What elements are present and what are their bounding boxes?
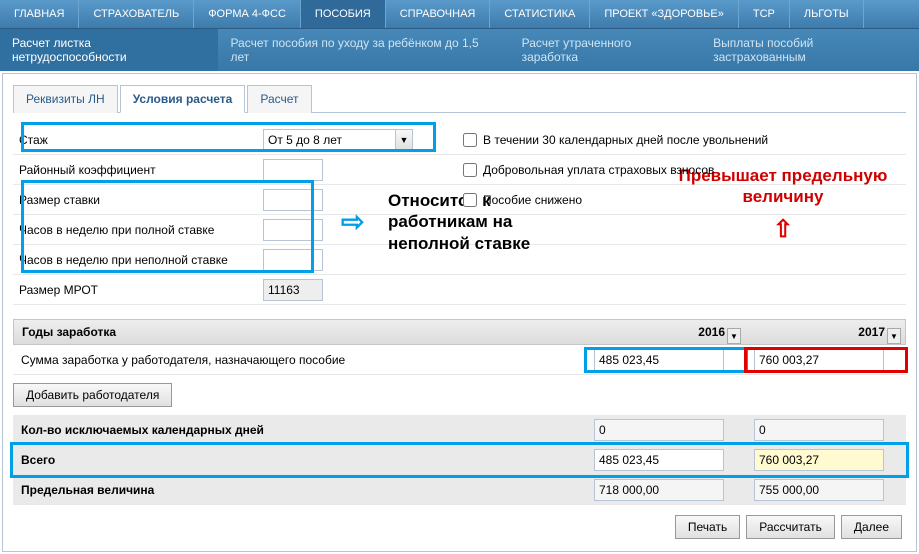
excluded-label: Кол-во исключаемых календарных дней [13, 423, 586, 437]
menu-statistics[interactable]: СТАТИСТИКА [490, 0, 590, 28]
razmer-label: Размер ставки [13, 193, 263, 207]
total-y1 [594, 449, 724, 471]
add-employer-button[interactable]: Добавить работодателя [13, 383, 172, 407]
chasov-full-input[interactable] [263, 219, 323, 241]
print-button[interactable]: Печать [675, 515, 740, 539]
razmer-input[interactable] [263, 189, 323, 211]
content-panel: Реквизиты ЛН Условия расчета Расчет ⇨ От… [2, 73, 917, 552]
check-30days[interactable] [463, 133, 477, 147]
stazh-dropdown-btn[interactable]: ▼ [395, 129, 413, 151]
check-30days-label: В течении 30 календарных дней после увол… [483, 133, 768, 147]
menu-benefits[interactable]: ПОСОБИЯ [301, 0, 386, 28]
check-reduced-label: Пособие снижено [483, 193, 582, 207]
menu-reference[interactable]: СПРАВОЧНАЯ [386, 0, 491, 28]
top-menu: ГЛАВНАЯ СТРАХОВАТЕЛЬ ФОРМА 4-ФСС ПОСОБИЯ… [0, 0, 919, 29]
footer-buttons: Печать Рассчитать Далее [13, 505, 906, 541]
submenu-lost-earnings[interactable]: Расчет утраченного заработка [510, 29, 702, 71]
form-area: ⇨ Относится к работникам на неполной ста… [13, 125, 906, 305]
total-label: Всего [13, 453, 586, 467]
year1-dropdown[interactable]: ▼ [727, 328, 741, 344]
mrot-input [263, 279, 323, 301]
raion-label: Районный коэффициент [13, 163, 183, 177]
check-voluntary-label: Добровольная уплата страховых взносов [483, 163, 714, 177]
next-button[interactable]: Далее [841, 515, 902, 539]
menu-health[interactable]: ПРОЕКТ «ЗДОРОВЬЕ» [590, 0, 739, 28]
menu-benefits2[interactable]: ЛЬГОТЫ [790, 0, 864, 28]
years-label: Годы заработка [14, 325, 585, 339]
arrow-up-icon: ⇧ [773, 215, 793, 244]
excluded-y2 [754, 419, 884, 441]
tab-calc[interactable]: Расчет [247, 85, 311, 113]
limit-row: Предельная величина [13, 475, 906, 505]
chasov-full-label: Часов в неделю при полной ставке [13, 223, 263, 237]
menu-form4fss[interactable]: ФОРМА 4-ФСС [194, 0, 301, 28]
calculate-button[interactable]: Рассчитать [746, 515, 835, 539]
menu-main[interactable]: ГЛАВНАЯ [0, 0, 79, 28]
total-y2 [754, 449, 884, 471]
checkbox-group: В течении 30 календарных дней после увол… [463, 125, 768, 215]
earnings-y1-input[interactable] [594, 349, 724, 371]
year2-cell: 2017 ▼ [745, 325, 905, 339]
tabs: Реквизиты ЛН Условия расчета Расчет [13, 84, 906, 113]
tab-requisites[interactable]: Реквизиты ЛН [13, 85, 118, 113]
year2-dropdown[interactable]: ▼ [887, 328, 901, 344]
limit-y2 [754, 479, 884, 501]
chasov-part-label: Часов в неделю при неполной ставке [13, 253, 263, 267]
total-row: Всего [13, 445, 906, 475]
stazh-input[interactable] [263, 129, 395, 151]
mrot-label: Размер МРОТ [13, 283, 263, 297]
stazh-label: Стаж [13, 133, 183, 147]
submenu-sick-leave-calc[interactable]: Расчет листка нетрудоспособности [0, 29, 218, 71]
menu-tsr[interactable]: ТСР [739, 0, 790, 28]
earnings-label: Сумма заработка у работодателя, назначаю… [13, 353, 586, 367]
limit-y1 [594, 479, 724, 501]
sub-menu: Расчет листка нетрудоспособности Расчет … [0, 29, 919, 71]
excluded-y1 [594, 419, 724, 441]
submenu-payments[interactable]: Выплаты пособий застрахованным [701, 29, 919, 71]
raion-input[interactable] [263, 159, 323, 181]
chasov-part-input[interactable] [263, 249, 323, 271]
year1-cell: 2016 ▼ [585, 325, 745, 339]
arrow-right-icon: ⇨ [341, 205, 364, 238]
menu-insurer[interactable]: СТРАХОВАТЕЛЬ [79, 0, 194, 28]
year1-value: 2016 [698, 325, 725, 339]
check-voluntary[interactable] [463, 163, 477, 177]
earnings-y2-input[interactable] [754, 349, 884, 371]
earnings-row: Сумма заработка у работодателя, назначаю… [13, 345, 906, 375]
check-reduced[interactable] [463, 193, 477, 207]
excluded-row: Кол-во исключаемых календарных дней [13, 415, 906, 445]
limit-label: Предельная величина [13, 483, 586, 497]
submenu-childcare[interactable]: Расчет пособия по уходу за ребёнком до 1… [218, 29, 509, 71]
year2-value: 2017 [858, 325, 885, 339]
tab-conditions[interactable]: Условия расчета [120, 85, 246, 113]
years-header: Годы заработка 2016 ▼ 2017 ▼ [13, 319, 906, 345]
